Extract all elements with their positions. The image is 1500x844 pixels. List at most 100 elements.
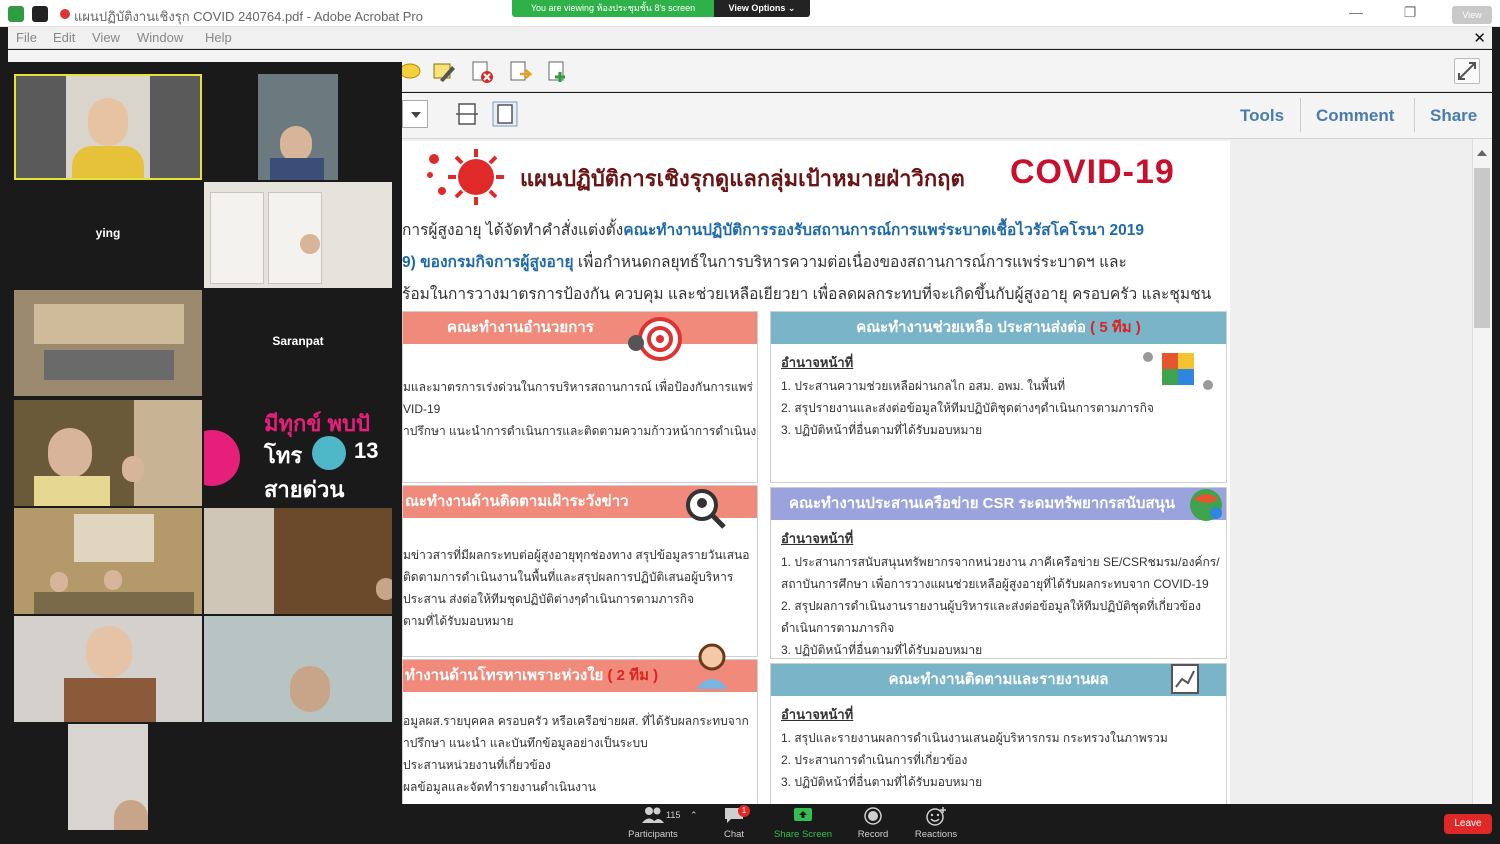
- video-tile[interactable]: [14, 400, 202, 506]
- hotline-video-tile[interactable]: มีทุกข์ พบปั โทร 13 สายด่วน: [204, 400, 392, 506]
- fit-width-icon[interactable]: [454, 101, 480, 127]
- participants-icon: [642, 807, 664, 823]
- globe-network-icon: [1190, 489, 1222, 521]
- extract-page-icon[interactable]: [508, 60, 532, 84]
- hotline-text-b: โทร: [264, 443, 303, 468]
- share-screen-label: Share Screen: [773, 829, 833, 840]
- csr-team-header: คณะทำงานประสานเครือข่าย CSR ระดมทรัพยากร…: [771, 488, 1226, 520]
- covid-19-logo: COVID-19: [1010, 153, 1175, 191]
- comment-panel-link[interactable]: Comment: [1316, 106, 1394, 126]
- menu-view[interactable]: View: [92, 30, 120, 45]
- help-team-header: คณะทำงานช่วยเหลือ ประสานส่งต่อ ( 5 ทีม ): [771, 312, 1226, 344]
- minimize-button[interactable]: —: [1336, 2, 1376, 22]
- video-tile[interactable]: [204, 508, 392, 614]
- acrobat-app-icon: [60, 9, 70, 19]
- video-tile[interactable]: [204, 74, 392, 180]
- chat-button[interactable]: [699, 806, 769, 829]
- participant-avatar: [86, 626, 132, 678]
- participants-count: 115: [666, 810, 681, 820]
- zoom-mic-icon[interactable]: [32, 6, 48, 22]
- video-tile[interactable]: [14, 74, 202, 180]
- intro-line-1: การผู้สูงอายุ ได้จัดทำคำสั่งแต่งตั้งคณะท…: [402, 222, 1144, 239]
- video-tile[interactable]: [14, 508, 202, 614]
- insert-page-icon[interactable]: [546, 60, 570, 84]
- participant-avatar: [300, 234, 320, 254]
- target-gear-icon: [628, 317, 682, 361]
- panel-separator: [1414, 98, 1415, 132]
- hotline-text-d: สายด่วน: [264, 477, 345, 502]
- delete-page-icon[interactable]: [470, 60, 494, 84]
- share-screen-icon: [794, 808, 812, 821]
- virus-illustration-icon: [427, 149, 504, 205]
- restore-button[interactable]: ❐: [1390, 2, 1430, 22]
- smiley-reaction-icon: [926, 807, 946, 826]
- participant-avatar: [48, 428, 92, 478]
- share-panel-link[interactable]: Share: [1430, 106, 1477, 126]
- menu-help[interactable]: Help: [205, 30, 232, 45]
- network-puzzle-icon: [1143, 352, 1213, 390]
- leave-meeting-button[interactable]: Leave: [1444, 814, 1492, 834]
- admin-team-box: คณะทำงานอำนวยการ มและมาตรการเร่งด่วนในกา…: [402, 311, 758, 483]
- participant-avatar: [376, 578, 392, 600]
- record-label: Record: [857, 829, 889, 840]
- magnifier-search-icon: [686, 489, 726, 529]
- view-pill[interactable]: View: [1452, 6, 1492, 24]
- page-dropdown-button[interactable]: [402, 100, 428, 128]
- screen: แผนปฏิบัติงานเชิงรุก COVID 240764.pdf - …: [0, 0, 1500, 844]
- hotline-text-c: 13: [354, 438, 379, 463]
- admin-team-header: คณะทำงานอำนวยการ: [403, 312, 757, 344]
- video-tile[interactable]: [204, 182, 392, 288]
- pdf-main-title: แผนปฏิบัติการเชิงรุกดูแลกลุ่มเป้าหมายฝ่า…: [520, 166, 965, 191]
- participant-avatar: [104, 570, 122, 590]
- video-tile[interactable]: [204, 616, 392, 722]
- menu-file[interactable]: File: [16, 30, 37, 45]
- full-screen-button[interactable]: [1454, 58, 1480, 84]
- chat-label: Chat: [723, 829, 745, 840]
- menu-edit[interactable]: Edit: [53, 30, 75, 45]
- participants-caret-icon[interactable]: ⌃: [690, 810, 698, 821]
- zoom-gallery-panel: ying Saranpat มีทุกข์ พบปั โทร 13 สายด่ว…: [0, 62, 402, 844]
- screen-share-banner: You are viewing ห้องประชุมชั้น 8's scree…: [512, 0, 714, 17]
- intro-line-2: 9) ของกรมกิจการผู้สูงอายุ เพื่อกำหนดกลยุ…: [402, 254, 1127, 271]
- video-tile[interactable]: [14, 724, 202, 830]
- window-title: แผนปฏิบัติงานเชิงรุก COVID 240764.pdf - …: [74, 9, 423, 24]
- tools-panel-link[interactable]: Tools: [1240, 106, 1284, 126]
- fit-page-icon[interactable]: [492, 101, 518, 127]
- participant-avatar: [88, 98, 128, 146]
- panel-separator: [1300, 98, 1301, 132]
- expand-arrows-icon: [1458, 62, 1476, 80]
- video-tile[interactable]: ying: [14, 182, 202, 288]
- report-team-header: คณะทำงานติดตามและรายงานผล: [771, 664, 1226, 696]
- highlight-text-icon[interactable]: [432, 60, 456, 84]
- record-button[interactable]: [838, 806, 908, 831]
- scroll-up-arrow-icon[interactable]: [1477, 150, 1487, 156]
- hotline-logo-icon: [312, 436, 346, 470]
- call-center-agent-icon: [696, 643, 728, 689]
- zoom-shield-icon[interactable]: [8, 6, 24, 22]
- menu-bar: File Edit View Window Help ✕: [8, 27, 1492, 49]
- menu-window[interactable]: Window: [137, 30, 183, 45]
- close-document-icon[interactable]: ✕: [1473, 29, 1486, 47]
- report-chart-icon: [1171, 664, 1199, 694]
- reactions-button[interactable]: [901, 806, 971, 831]
- participant-avatar: [114, 800, 148, 830]
- participant-avatar: [280, 126, 312, 162]
- video-tile[interactable]: Saranpat: [204, 290, 392, 396]
- csr-team-box: คณะทำงานประสานเครือข่าย CSR ระดมทรัพยากร…: [770, 487, 1227, 659]
- participant-avatar: [50, 572, 68, 592]
- intro-line-3: ร้อมในการวางมาตรการป้องกัน ควบคุม และช่ว…: [402, 286, 1212, 303]
- report-team-box: คณะทำงานติดตามและรายงานผล อำนาจหน้าที่ 1…: [770, 663, 1227, 804]
- reactions-label: Reactions: [914, 829, 958, 840]
- video-tile[interactable]: [14, 290, 202, 396]
- participant-name-saranpat: Saranpat: [272, 334, 324, 348]
- view-options-button[interactable]: View Options ⌄: [714, 0, 810, 17]
- share-screen-button[interactable]: [768, 806, 838, 829]
- participant-name-ying: ying: [95, 226, 121, 240]
- video-tile[interactable]: [14, 616, 202, 722]
- chat-unread-badge: 1: [738, 805, 750, 817]
- hotline-text-a: มีทุกข์ พบปั: [264, 411, 370, 436]
- scrollbar-thumb[interactable]: [1474, 168, 1490, 328]
- record-icon: [864, 807, 882, 825]
- participant-avatar: [290, 666, 330, 712]
- pdf-page: แผนปฏิบัติการเชิงรุกดูแลกลุ่มเป้าหมายฝ่า…: [402, 141, 1230, 804]
